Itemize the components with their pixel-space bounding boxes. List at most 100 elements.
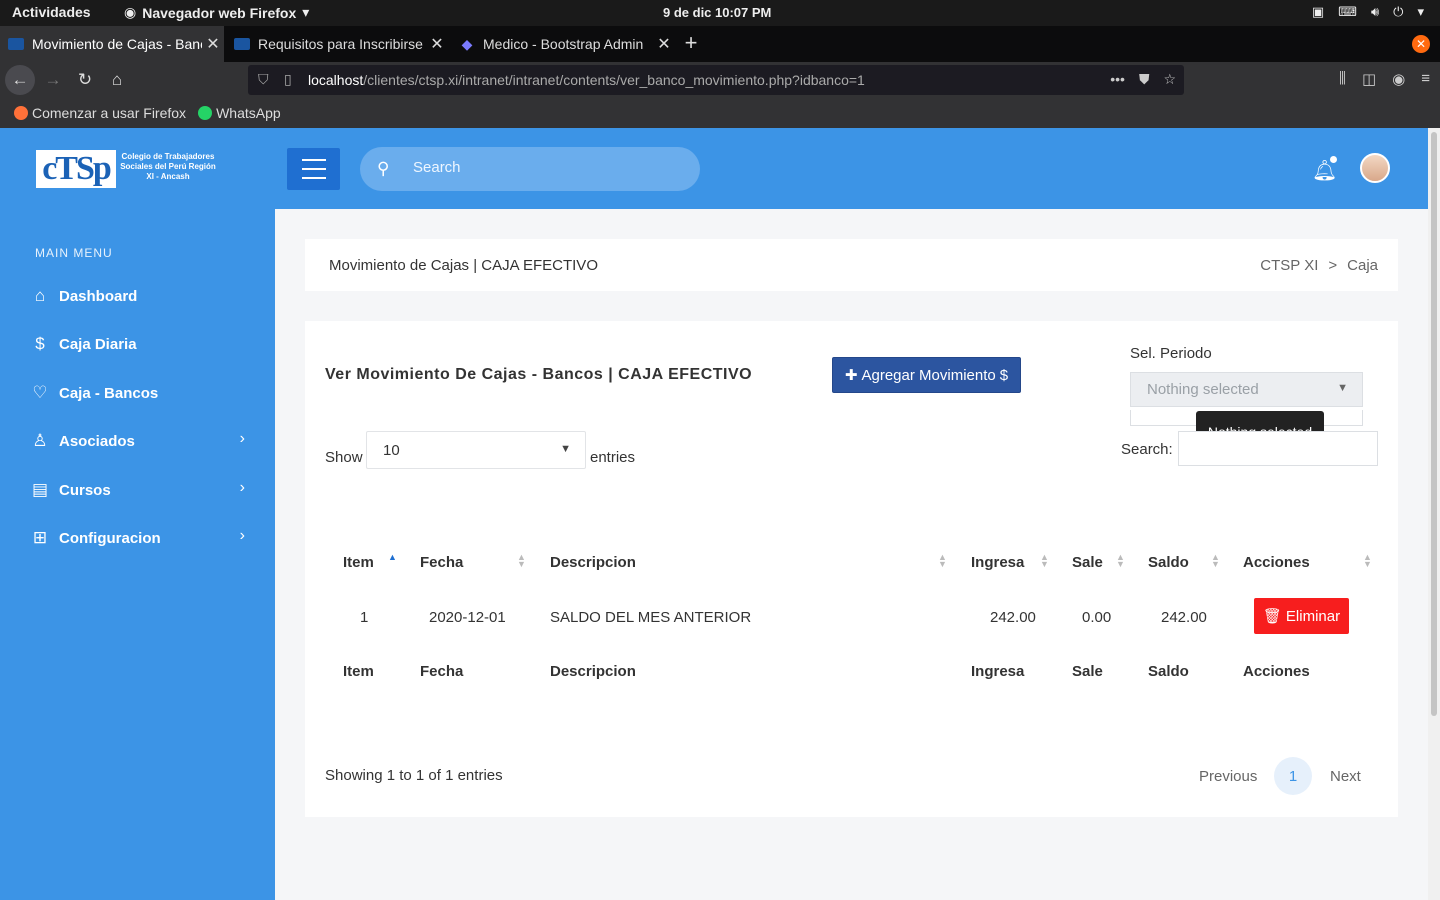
header-search: ⚲ [360, 147, 700, 191]
chevron-down-icon[interactable]: ▾ [1417, 4, 1424, 20]
system-top-bar: Actividades ◉ Navegador web Firefox ▾ 9 … [0, 0, 1440, 26]
footer-acciones: Acciones [1243, 663, 1310, 680]
sort-icon[interactable]: ▲ ▼ [1116, 553, 1125, 569]
sort-icon[interactable]: ▲ ▼ [517, 553, 526, 569]
volume-icon[interactable]: 🔊︎ [1371, 4, 1379, 20]
cell-ingresa: 242.00 [990, 609, 1036, 626]
close-icon[interactable]: ✕ [653, 34, 675, 54]
screen-icon[interactable]: ▣ [1312, 4, 1324, 20]
close-icon[interactable]: ✕ [202, 34, 224, 54]
sort-icon[interactable]: ▲ ▼ [1363, 553, 1372, 569]
heart-icon: ♡ [32, 383, 48, 402]
avatar[interactable] [1360, 153, 1390, 183]
pocket-icon[interactable]: ⛊ [1139, 71, 1150, 88]
column-header-acciones[interactable]: Acciones [1243, 554, 1310, 571]
scrollbar-thumb[interactable] [1431, 132, 1437, 716]
sort-icon[interactable]: ▲ ▼ [1211, 553, 1220, 569]
page-icon[interactable]: ▯ [284, 71, 292, 88]
url-bar[interactable]: ⛉ ▯ localhost/clientes/ctsp.xi/intranet/… [248, 65, 1184, 95]
column-header-sale[interactable]: Sale [1072, 554, 1103, 571]
entries-label: entries [590, 449, 636, 466]
delete-button[interactable]: 🗑︎ Eliminar [1254, 598, 1349, 634]
entries-length-select[interactable]: 10 ▼ [366, 431, 586, 469]
bookmark-whatsapp[interactable]: WhatsApp [198, 105, 281, 121]
home-icon[interactable]: ⌂ [102, 65, 132, 95]
tab-movimiento-cajas[interactable]: Movimiento de Cajas - Banc ✕ [0, 26, 224, 62]
periodo-select[interactable]: Nothing selected ▼ [1130, 372, 1363, 407]
url-text[interactable]: localhost/clientes/ctsp.xi/intranet/intr… [308, 72, 865, 88]
column-header-item[interactable]: Item [343, 554, 374, 571]
card-title: Ver Movimiento De Cajas - Bancos | CAJA … [325, 366, 753, 383]
new-tab-button[interactable]: + [680, 30, 702, 56]
sidebar-item-label: Caja Diaria [59, 335, 137, 353]
library-icon[interactable]: ⫼ [1339, 70, 1346, 88]
back-icon[interactable]: ← [5, 65, 35, 95]
column-header-saldo[interactable]: Saldo [1148, 554, 1189, 571]
url-path: /clientes/ctsp.xi/intranet/intranet/cont… [363, 72, 865, 88]
sidebar-item-cursos[interactable]: ▤ Cursos › [30, 475, 245, 505]
pagination-previous[interactable]: Previous [1199, 768, 1257, 785]
column-header-ingresa[interactable]: Ingresa [971, 554, 1024, 571]
sidebar-item-dashboard[interactable]: ⌂ Dashboard [30, 281, 245, 311]
add-movement-button[interactable]: ✚ Agregar Movimiento $ [832, 357, 1021, 393]
close-icon[interactable]: ✕ [426, 34, 448, 54]
sort-asc-icon[interactable]: ▲ [388, 553, 397, 562]
bookmark-firefox[interactable]: Comenzar a usar Firefox [14, 105, 186, 121]
sidebar-item-label: Caja - Bancos [59, 384, 159, 402]
pagination-next[interactable]: Next [1330, 768, 1361, 785]
breadcrumb-caja: Caja [1347, 257, 1378, 274]
sidebar-icon[interactable]: ◫ [1362, 70, 1376, 88]
search-input[interactable] [413, 159, 673, 176]
table-search-input[interactable] [1178, 431, 1378, 466]
shield-icon[interactable]: ⛉ [258, 71, 269, 88]
footer-ingresa: Ingresa [971, 663, 1025, 680]
cell-fecha: 2020-12-01 [429, 609, 506, 626]
sidebar-title: MAIN MENU [35, 246, 113, 260]
page-scrollbar[interactable] [1428, 128, 1440, 900]
breadcrumb: CTSP XI > Caja [1260, 257, 1378, 274]
column-header-descripcion[interactable]: Descripcion [550, 554, 636, 571]
ctsp-favicon [8, 38, 24, 50]
sidebar-item-configuracion[interactable]: ⊞ Configuracion › [30, 523, 245, 553]
activities-button[interactable]: Actividades [12, 4, 91, 20]
sort-icon[interactable]: ▲ ▼ [938, 553, 947, 569]
cell-saldo: 242.00 [1161, 609, 1207, 626]
caret-down-icon: ▼ [560, 443, 571, 455]
sidebar-item-asociados[interactable]: ♙ Asociados › [30, 426, 245, 456]
pagination-page[interactable]: 1 [1274, 757, 1312, 795]
document-icon: ▤ [31, 480, 49, 499]
logo-caption: Colegio de Trabajadores Sociales del Per… [120, 152, 216, 181]
forward-icon[interactable]: → [38, 65, 68, 95]
tab-medico[interactable]: ◆ Medico - Bootstrap Admin ✕ [451, 26, 675, 62]
chevron-down-icon: ▾ [302, 4, 310, 20]
diamond-favicon: ◆ [461, 35, 473, 52]
breadcrumb-ctsp[interactable]: CTSP XI [1260, 257, 1318, 274]
app-header: cTSp Colegio de Trabajadores Sociales de… [0, 128, 1428, 209]
tab-requisitos[interactable]: Requisitos para Inscribirse ✕ [226, 26, 448, 62]
add-movement-label: Agregar Movimiento [861, 366, 996, 384]
periodo-label: Sel. Periodo [1130, 345, 1212, 362]
app-menu[interactable]: ◉ Navegador web Firefox ▾ [124, 4, 309, 21]
sort-icon[interactable]: ▲ ▼ [1040, 553, 1049, 569]
star-icon[interactable]: ☆ [1163, 71, 1176, 88]
keyboard-icon[interactable]: ⌨ [1338, 4, 1357, 20]
sidebar-item-label: Configuracion [59, 529, 161, 547]
clock[interactable]: 9 de dic 10:07 PM [663, 5, 771, 20]
toolbar-right: ⫼ ◫ ◉ ≡ [1339, 70, 1430, 88]
menu-toggle-button[interactable] [287, 148, 340, 190]
account-icon[interactable]: ◉ [1392, 70, 1405, 88]
power-icon[interactable]: ⏻ [1393, 4, 1403, 20]
more-icon[interactable]: ••• [1110, 71, 1125, 88]
reload-icon[interactable]: ↻ [70, 65, 100, 95]
system-tray[interactable]: ▣ ⌨ 🔊︎ ⏻ ▾ [1312, 4, 1424, 20]
sidebar-item-caja-diaria[interactable]: $ Caja Diaria [30, 329, 245, 359]
column-header-fecha[interactable]: Fecha [420, 554, 463, 571]
footer-saldo: Saldo [1148, 663, 1189, 680]
hamburger-menu-icon[interactable]: ≡ [1421, 70, 1430, 88]
caret-down-icon: ▼ [1337, 382, 1348, 394]
close-window-icon[interactable]: ✕ [1412, 35, 1430, 53]
footer-fecha: Fecha [420, 663, 464, 680]
tab-title: Movimiento de Cajas - Banc [32, 36, 202, 52]
logo[interactable]: cTSp [36, 150, 116, 188]
sidebar-item-caja-bancos[interactable]: ♡ Caja - Bancos [30, 378, 245, 408]
